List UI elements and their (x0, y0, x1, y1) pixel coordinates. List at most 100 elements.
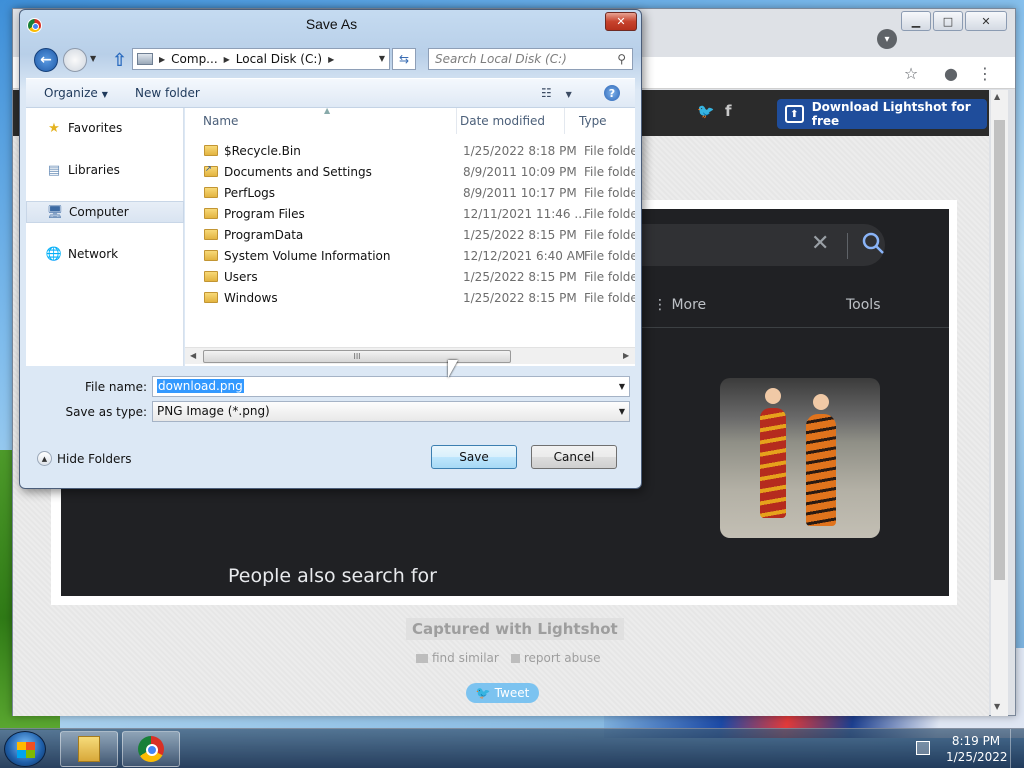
menu-icon[interactable]: ⋮ (975, 63, 995, 83)
taskbar: 8:19 PM 1/25/2022 (0, 728, 1024, 768)
child-face (765, 388, 781, 404)
sidebar-item-label: Network (68, 247, 119, 261)
hide-folders-button[interactable]: ▲ Hide Folders (37, 451, 132, 466)
system-clock[interactable]: 8:19 PM 1/25/2022 (946, 733, 1008, 765)
column-header-label: Date modified (460, 114, 546, 128)
file-name-label: File name: (85, 380, 147, 394)
child-figure (760, 408, 786, 518)
facebook-icon[interactable]: f (725, 102, 732, 120)
network-icon: 🌐 (45, 246, 63, 262)
file-type: File folder (584, 206, 635, 221)
file-type: File folder (584, 269, 635, 284)
column-header-type[interactable]: Type (571, 108, 635, 134)
change-view-icon[interactable]: ☷ ▼ (541, 86, 572, 100)
file-date: 12/12/2021 6:40 AM (463, 248, 586, 263)
organize-button[interactable]: Organize ▼ (44, 86, 108, 100)
file-name-value: download.png (157, 379, 244, 393)
address-dropdown-icon[interactable]: ▼ (379, 54, 385, 63)
chevron-down-icon: ▼ (101, 90, 108, 99)
tweet-button[interactable]: 🐦 Tweet (466, 683, 539, 703)
column-header-name[interactable]: ▲ Name (185, 106, 457, 134)
file-name: Users (224, 269, 258, 284)
find-similar-link[interactable]: find similar (416, 651, 499, 665)
maximize-button[interactable]: □ (933, 11, 963, 31)
chevron-down-icon[interactable]: ▼ (619, 382, 625, 391)
profile-icon[interactable]: ● (941, 63, 961, 83)
scroll-right-icon[interactable]: ▶ (623, 351, 629, 360)
clock-time: 8:19 PM (951, 734, 1001, 748)
save-button[interactable]: Save (431, 445, 517, 469)
forward-arrow-icon[interactable] (63, 48, 87, 72)
scrollbar-thumb[interactable] (994, 120, 1005, 580)
lightshot-links: find similar report abuse (416, 651, 601, 665)
download-lightshot-label: Download Lightshot for free (811, 100, 971, 128)
file-row[interactable]: Program Files 12/11/2021 11:46 ... File fo… (185, 203, 635, 224)
breadcrumb-local-disk[interactable]: Local Disk (C:) (236, 52, 322, 66)
breadcrumb-computer[interactable]: Comp... (171, 52, 217, 66)
twitter-icon[interactable]: 🐦 (697, 104, 714, 120)
file-row[interactable]: $Recycle.Bin 1/25/2022 8:18 PM File folder (185, 140, 635, 161)
cancel-button[interactable]: Cancel (531, 445, 617, 469)
star-icon: ★ (48, 120, 60, 136)
vertical-scrollbar[interactable]: ▲ ▼ (991, 90, 1008, 716)
network-tray-icon[interactable] (916, 741, 930, 755)
report-abuse-link[interactable]: report abuse (510, 651, 601, 665)
address-bar[interactable]: ▶ Comp... ▶ Local Disk (C:) ▶ ▼ (132, 48, 390, 70)
close-button[interactable]: ✕ (965, 11, 1007, 31)
column-header-label: Name (203, 114, 239, 128)
show-desktop-button[interactable] (1010, 729, 1024, 768)
library-icon: ▤ (47, 162, 61, 178)
children-photo (720, 378, 880, 538)
tweet-label: Tweet (494, 686, 530, 700)
tab-search-icon[interactable]: ▾ (877, 29, 897, 49)
recent-locations-dropdown[interactable]: ▼ (90, 54, 96, 63)
file-name: PerfLogs (224, 185, 276, 200)
scroll-down-icon[interactable]: ▼ (994, 702, 1000, 711)
bookmark-star-icon[interactable]: ☆ (901, 63, 921, 83)
file-row[interactable]: Windows 1/25/2022 8:15 PM File folder (185, 287, 635, 308)
divider (847, 233, 848, 259)
help-icon[interactable]: ? (604, 85, 620, 101)
back-arrow-icon[interactable]: ← (34, 48, 58, 72)
new-folder-button[interactable]: New folder (135, 86, 200, 100)
file-date: 1/25/2022 8:15 PM (463, 290, 577, 305)
chevron-up-icon: ▲ (37, 451, 52, 466)
start-button[interactable] (4, 731, 46, 767)
sidebar-item-label: Libraries (68, 163, 120, 177)
taskbar-chrome[interactable] (122, 731, 180, 767)
file-date: 8/9/2011 10:09 PM (463, 164, 577, 179)
minimize-button[interactable]: ▁ (901, 11, 931, 31)
file-row[interactable]: Users 1/25/2022 8:15 PM File folder (185, 266, 635, 287)
column-header-date[interactable]: Date modified (445, 108, 565, 134)
report-abuse-label: report abuse (523, 651, 601, 665)
hide-folders-label: Hide Folders (57, 451, 132, 466)
scroll-left-icon[interactable]: ◀ (190, 351, 196, 360)
search-input[interactable]: Search Local Disk (C:) ⚲ (428, 48, 633, 70)
file-row[interactable]: ProgramData 1/25/2022 8:15 PM File folder (185, 224, 635, 245)
sidebar-item-network[interactable]: 🌐 Network (26, 243, 184, 265)
folder-icon (204, 145, 218, 156)
breadcrumb-separator: ▶ (223, 54, 230, 64)
refresh-icon[interactable]: ⇆ (392, 48, 416, 70)
grip-icon: III (353, 352, 361, 361)
more-tab: ⋮ More (653, 297, 707, 313)
file-row[interactable]: System Volume Information 12/12/2021 6:40… (185, 245, 635, 266)
download-icon: ⬆ (785, 105, 804, 123)
scrollbar-thumb[interactable]: III (203, 350, 511, 363)
download-lightshot-button[interactable]: ⬆ Download Lightshot for free (777, 99, 987, 129)
scroll-up-icon[interactable]: ▲ (994, 92, 1000, 101)
save-as-type-select[interactable]: PNG Image (*.png) ▼ (152, 401, 630, 422)
horizontal-scrollbar[interactable]: ◀ III ▶ (185, 347, 635, 364)
up-arrow-icon[interactable]: ⇧ (112, 50, 127, 71)
file-name-field[interactable]: download.png ▼ (152, 376, 630, 397)
file-row[interactable]: Documents and Settings 8/9/2011 10:09 PM F… (185, 161, 635, 182)
sidebar-item-libraries[interactable]: ▤ Libraries (26, 159, 184, 181)
folder-icon (204, 292, 218, 303)
search-icon: ⚲ (617, 52, 626, 66)
sidebar-item-favorites[interactable]: ★ Favorites (26, 117, 184, 139)
dialog-close-button[interactable]: ✕ (605, 12, 637, 31)
file-row[interactable]: PerfLogs 8/9/2011 10:17 PM File folder (185, 182, 635, 203)
sidebar-item-computer[interactable]: 🖥 Computer (26, 201, 184, 223)
computer-icon: 🖥 (46, 204, 64, 220)
taskbar-explorer[interactable] (60, 731, 118, 767)
